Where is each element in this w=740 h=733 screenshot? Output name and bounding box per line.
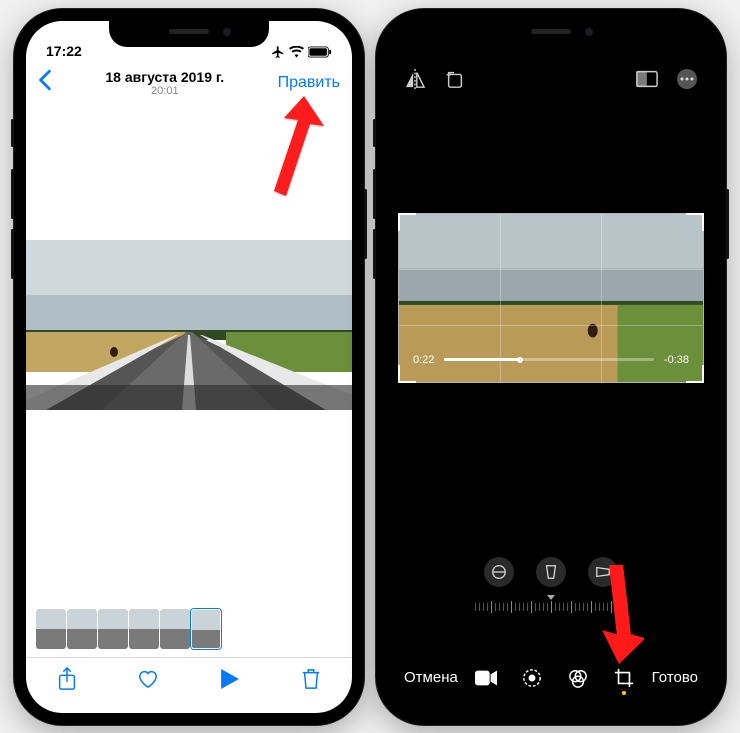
nav-title: 18 августа 2019 г. 20:01 [52,69,278,97]
video-tab-icon[interactable] [475,667,497,689]
more-icon[interactable] [676,68,698,90]
phone-right: 0:22 -0:38 [376,9,726,725]
notch [471,21,631,47]
annotation-arrow-icon [574,565,644,665]
filters-tab-icon[interactable] [567,667,589,689]
back-button[interactable] [38,69,52,96]
thumbnail[interactable] [129,609,159,649]
rotate-icon[interactable] [444,68,466,90]
adjust-tab-icon[interactable] [521,667,543,689]
cancel-button[interactable]: Отмена [404,669,458,686]
crop-viewport[interactable]: 0:22 -0:38 [388,213,714,383]
screen-photos-view: 17:22 18 августа 2019 г. 20:01 [26,21,352,713]
scrubber-track[interactable] [444,358,654,361]
battery-icon [308,46,332,58]
crop-frame[interactable]: 0:22 -0:38 [398,213,704,383]
straighten-controls [388,557,714,617]
flip-icon[interactable] [404,68,426,90]
aspect-ratio-icon[interactable] [636,68,658,90]
status-time: 17:22 [46,43,82,59]
crop-handle-tr[interactable] [686,213,704,231]
thumbnail-current[interactable] [191,609,221,649]
thumbnail[interactable] [36,609,66,649]
favorite-button[interactable] [130,669,166,694]
vertical-perspective-button[interactable] [536,557,566,587]
thumbnail[interactable] [98,609,128,649]
delete-button[interactable] [293,668,329,695]
share-button[interactable] [49,667,85,696]
editor-bottom-bar: Отмена Готово [388,653,714,713]
crop-handle-br[interactable] [686,365,704,383]
thumbnail-strip[interactable] [26,605,352,653]
done-button[interactable]: Готово [652,669,698,686]
time-elapsed: 0:22 [413,354,434,366]
nav-date: 18 августа 2019 г. [52,69,278,85]
notch [109,21,269,47]
wifi-icon [289,46,304,58]
crop-handle-tl[interactable] [398,213,416,231]
video-frame-preview [26,240,352,410]
edit-button[interactable]: Править [278,74,340,92]
play-button[interactable] [212,669,248,694]
thumbnail[interactable] [160,609,190,649]
video-scrubber[interactable]: 0:22 -0:38 [413,354,689,366]
crop-tab-icon[interactable] [613,667,635,689]
airplane-mode-icon [271,45,285,59]
thumbnail[interactable] [67,609,97,649]
straighten-button[interactable] [484,557,514,587]
phone-left: 17:22 18 августа 2019 г. 20:01 [14,9,364,725]
crop-handle-bl[interactable] [398,365,416,383]
screen-crop-editor: 0:22 -0:38 [388,21,714,713]
time-remaining: -0:38 [664,354,689,366]
bottom-toolbar [26,657,352,713]
annotation-arrow-icon [254,96,324,196]
editor-top-bar [388,55,714,103]
nav-time: 20:01 [52,85,278,97]
